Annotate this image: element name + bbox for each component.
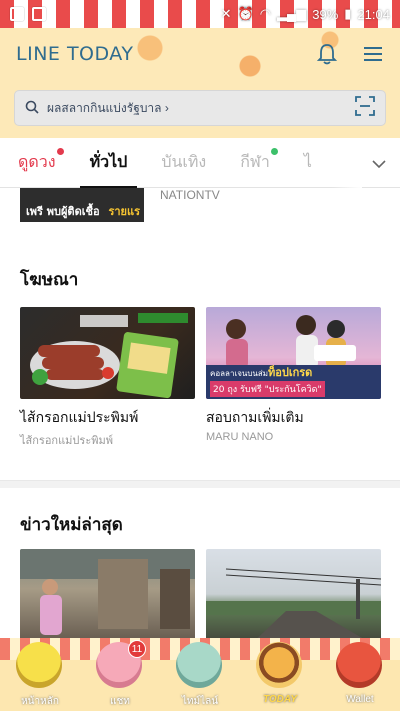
- ad-image-sausage: [20, 307, 195, 399]
- previous-article-thumbnail[interactable]: เพรี พบผู้ติดเชื้อ รายแร: [20, 188, 144, 222]
- tab-entertainment-label: บันเทิง: [161, 154, 207, 171]
- nav-chat-label: แชท: [110, 696, 130, 707]
- wifi-icon: ◠: [259, 6, 272, 21]
- ad-card-sausage[interactable]: ไส้กรอกแม่ประพิมพ์ ไส้กรอกแม่ประพิมพ์: [20, 307, 195, 449]
- notification-bell-icon[interactable]: [316, 43, 338, 65]
- tab-general[interactable]: ทั่วไป: [79, 136, 137, 189]
- nav-home-label: หน้าหลัก: [21, 696, 59, 707]
- today-burger-icon: [256, 642, 302, 688]
- home-character-icon: [16, 642, 62, 688]
- search-icon: [25, 99, 39, 118]
- ad-title: ไส้กรอกแม่ประพิมพ์: [20, 410, 139, 426]
- sim-notification-icon: [32, 7, 46, 21]
- tab-horoscope-dot: [56, 148, 64, 155]
- tab-partial-label: ไ: [303, 154, 312, 171]
- battery-icon: ▮: [344, 6, 352, 21]
- tab-general-label: ทั่วไป: [89, 154, 128, 171]
- tab-entertainment[interactable]: บันเทิง: [161, 136, 206, 189]
- app-header: LINE TODAY: [0, 28, 400, 80]
- ad-card-maru[interactable]: คอลลาเจนบนส่ม ท็อปเกรด 20 ถุง รับฟรี "ปร…: [206, 307, 381, 443]
- search-placeholder: ผลสลากกินแบ่งรัฐบาล ›: [47, 100, 169, 115]
- ad-image-maru: คอลลาเจนบนส่ม ท็อปเกรด 20 ถุง รับฟรี "ปร…: [206, 307, 381, 399]
- news-image: [206, 549, 381, 638]
- previous-article-source: NATIONTV: [160, 188, 220, 202]
- nav-wallet-label: Wallet: [346, 694, 374, 705]
- latest-news-title: ข่าวใหม่ล่าสุด: [20, 515, 123, 535]
- ad-advertiser: ไส้กรอกแม่ประพิมพ์: [20, 435, 113, 447]
- news-card[interactable]: [20, 549, 195, 638]
- nav-today[interactable]: TODAY: [240, 638, 320, 711]
- nav-today-label: TODAY: [262, 694, 298, 705]
- chevron-down-icon[interactable]: [372, 154, 386, 173]
- nav-timeline-label: ไทม์ไลน์: [181, 696, 219, 707]
- status-bar: ✕ ⏰ ◠ ▂▄▆ 39% ▮ 21:04: [0, 0, 400, 28]
- signal-icon: ▂▄▆: [277, 6, 307, 21]
- news-image: [20, 549, 195, 638]
- tab-sports-label: กีฬา: [240, 154, 270, 171]
- nav-wallet[interactable]: Wallet: [320, 638, 400, 711]
- section-divider: [0, 480, 400, 488]
- search-bar[interactable]: ผลสลากกินแบ่งรัฐบาล ›: [14, 90, 386, 126]
- thumbnail-caption-highlight: รายแร: [108, 205, 140, 218]
- bottom-navigation: หน้าหลัก 11 แชท ไทม์ไลน์ TODAY Wallet: [0, 638, 400, 711]
- category-tabs: ดูดวง ทั่วไป บันเทิง กีฬา ไ: [0, 136, 400, 189]
- mute-icon: ✕: [220, 6, 232, 21]
- qr-scan-icon[interactable]: [355, 96, 375, 120]
- ads-section-title: โฆษณา: [20, 270, 79, 290]
- news-card[interactable]: [206, 549, 381, 638]
- nav-chat[interactable]: 11 แชท: [80, 638, 160, 711]
- chat-unread-badge: 11: [128, 640, 146, 658]
- ad-title: สอบถามเพิ่มเติม: [206, 410, 304, 426]
- nav-timeline[interactable]: ไทม์ไลน์: [160, 638, 240, 711]
- battery-level: 39%: [312, 6, 339, 22]
- ad-banner-text-2: ท็อปเกรด: [268, 366, 313, 379]
- ad-advertiser: MARU NANO: [206, 431, 274, 443]
- tab-sports-dot: [270, 148, 278, 155]
- wallet-character-icon: [336, 642, 382, 688]
- clock: 21:04: [357, 6, 390, 22]
- news-feed[interactable]: เพรี พบผู้ติดเชื้อ รายแร NATIONTV โฆษณา: [0, 188, 400, 638]
- nav-home[interactable]: หน้าหลัก: [0, 638, 80, 711]
- gallery-notification-icon: [10, 7, 24, 21]
- tab-horoscope-label: ดูดวง: [18, 154, 56, 171]
- alarm-icon: ⏰: [237, 6, 254, 21]
- tab-sports[interactable]: กีฬา: [240, 136, 278, 189]
- menu-icon[interactable]: [362, 43, 384, 65]
- search-area: ผลสลากกินแบ่งรัฐบาล ›: [0, 80, 400, 138]
- thumbnail-caption: เพรี พบผู้ติดเชื้อ: [26, 205, 100, 218]
- timeline-character-icon: [176, 642, 222, 688]
- ad-banner-text-1: คอลลาเจนบนส่ม: [210, 369, 269, 378]
- app-title: LINE TODAY: [16, 43, 134, 65]
- tab-partial[interactable]: ไ: [304, 136, 312, 189]
- tab-horoscope[interactable]: ดูดวง: [18, 136, 64, 189]
- ad-banner-text-3: 20 ถุง รับฟรี "ประกันโควิด": [210, 381, 325, 397]
